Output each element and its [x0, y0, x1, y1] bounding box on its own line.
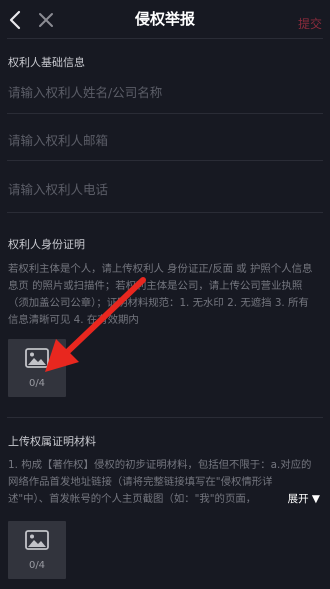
- identity-desc-line: （须加盖公司公章）；证明材料规范：1. 无水印 2. 无遮挡 3. 所有: [8, 297, 309, 309]
- email-divider: [7, 160, 323, 161]
- ownership-proof-description: 1. 构成【著作权】侵权的初步证明材料，包括但不限于：a.对应的 网络作品首发地…: [8, 457, 324, 508]
- image-icon: [25, 348, 49, 368]
- owner-phone-input[interactable]: [8, 178, 322, 200]
- basic-info-title: 权利人基础信息: [8, 56, 85, 69]
- page-title: 侵权举报: [134, 10, 195, 28]
- identity-desc-line: 息页 的照片或扫描件；若权利主体是公司，请上传公司营业执照: [8, 280, 303, 292]
- header-divider: [7, 38, 323, 39]
- ownership-upload-count: 0/4: [28, 560, 46, 571]
- triangle-down-icon: ▼: [311, 493, 320, 505]
- expand-label: 展开: [287, 493, 309, 505]
- ownership-desc-line: 述"中）、首发帐号的个人主页截图（如："我"的页面，: [8, 493, 257, 505]
- submit-button[interactable]: 提交: [298, 15, 322, 32]
- identity-upload-button[interactable]: 0/4: [8, 339, 66, 397]
- identity-desc-line: 信息清晰可见 4. 在有效期内: [8, 314, 139, 326]
- expand-button[interactable]: 展开 ▼: [283, 491, 320, 506]
- identity-proof-description: 若权利主体是个人，请上传权利人 身份证正/反面 或 护照个人信息 息页 的照片或…: [8, 261, 324, 329]
- ownership-proof-title: 上传权属证明材料: [8, 435, 96, 448]
- identity-upload-count: 0/4: [28, 378, 46, 389]
- name-divider: [7, 113, 323, 114]
- ownership-upload-button[interactable]: 0/4: [8, 521, 66, 579]
- image-icon: [25, 530, 49, 550]
- identity-proof-title: 权利人身份证明: [8, 238, 85, 251]
- ownership-desc-line: 1. 构成【著作权】侵权的初步证明材料，包括但不限于：a.对应的: [8, 459, 312, 471]
- owner-name-input[interactable]: [8, 81, 322, 103]
- navigation-bar: 侵权举报 提交: [0, 0, 330, 40]
- owner-email-input[interactable]: [8, 129, 322, 151]
- section-divider: [7, 417, 323, 418]
- phone-divider: [7, 212, 323, 213]
- identity-desc-line: 若权利主体是个人，请上传权利人 身份证正/反面 或 护照个人信息: [8, 263, 313, 275]
- ownership-desc-line: 网络作品首发地址链接（请将完整链接填写在"侵权情形详: [8, 476, 273, 488]
